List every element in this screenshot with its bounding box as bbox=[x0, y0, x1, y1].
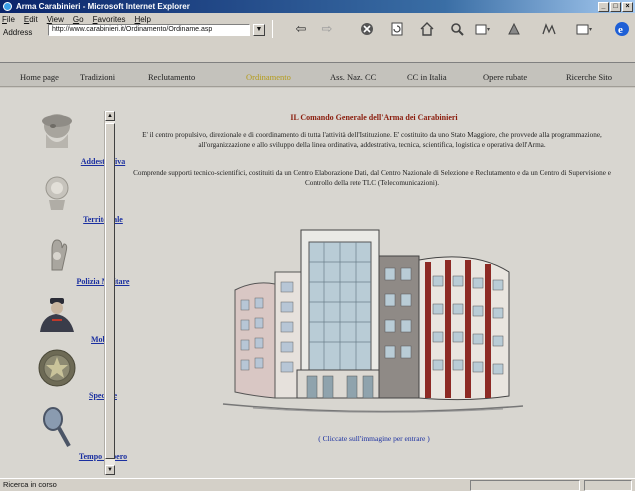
refresh-icon[interactable] bbox=[388, 20, 406, 38]
minimize-button[interactable]: _ bbox=[598, 1, 609, 12]
ie-logo-icon bbox=[3, 2, 12, 11]
home-icon[interactable] bbox=[418, 20, 436, 38]
nav-tradizioni[interactable]: Tradizioni bbox=[80, 72, 115, 82]
nav-home-page[interactable]: Home page bbox=[20, 72, 59, 82]
image-caption: ( Cliccate sull'immagine per entrare ) bbox=[318, 434, 430, 443]
nav-reclutamento[interactable]: Reclutamento bbox=[148, 72, 195, 82]
nav-cc-in-italia[interactable]: CC in Italia bbox=[407, 72, 447, 82]
nav-ricerche-sito[interactable]: Ricerche Sito bbox=[566, 72, 612, 82]
main-panel: IL Comando Generale dell'Arma dei Carabi… bbox=[118, 88, 630, 478]
menu-go[interactable]: Go bbox=[73, 15, 84, 24]
nav-ordinamento[interactable]: Ordinamento bbox=[246, 72, 291, 82]
sidebar-item-mobile[interactable]: Mobile bbox=[10, 296, 115, 346]
menu-help[interactable]: Help bbox=[135, 15, 151, 24]
menu-file[interactable]: File bbox=[2, 15, 15, 24]
ie-icon[interactable]: e bbox=[613, 20, 631, 38]
page-title: IL Comando Generale dell'Arma dei Carabi… bbox=[290, 113, 458, 122]
scroll-thumb[interactable] bbox=[105, 123, 115, 459]
print-icon[interactable] bbox=[575, 20, 593, 38]
address-label: Address bbox=[3, 28, 33, 37]
menu-favorites[interactable]: Favorites bbox=[93, 15, 126, 24]
carabiniere-emblem-icon bbox=[45, 176, 68, 210]
back-icon[interactable]: ⇦ bbox=[292, 20, 310, 38]
nav-ass-naz-cc[interactable]: Ass. Naz. CC bbox=[330, 72, 376, 82]
menu-view[interactable]: View bbox=[47, 15, 64, 24]
nav-opere-rubate[interactable]: Opere rubate bbox=[483, 72, 527, 82]
sidebar-item-addestrativa[interactable]: Addestrativa bbox=[10, 110, 125, 170]
site-navigation: Home page Tradizioni Reclutamento Ordina… bbox=[0, 63, 635, 87]
status-text: Ricerca in corso bbox=[3, 480, 57, 489]
sidebar-scrollbar[interactable]: ▲ ▼ bbox=[104, 111, 115, 475]
hand-icon bbox=[51, 239, 67, 271]
sidebar: Addestrativa Territoriale Polizia Milita… bbox=[10, 88, 129, 478]
search-icon[interactable] bbox=[448, 20, 466, 38]
sidebar-item-polizia-militare[interactable]: Polizia Militare bbox=[10, 234, 129, 290]
scroll-up-arrow[interactable]: ▲ bbox=[105, 111, 115, 121]
address-dropdown-button[interactable]: ▼ bbox=[253, 24, 265, 36]
status-zone bbox=[470, 480, 580, 491]
sidebar-item-tempo-libero[interactable]: Tempo Libero bbox=[10, 406, 127, 466]
forward-icon[interactable]: ⇨ bbox=[318, 20, 336, 38]
tennis-racket-icon bbox=[42, 407, 71, 447]
window-title: Arma Carabinieri - Microsoft Internet Ex… bbox=[16, 2, 190, 11]
status-zone-internet bbox=[584, 480, 632, 491]
maximize-button[interactable]: □ bbox=[610, 1, 621, 12]
intro-paragraph: E' il centro propulsivo, direzionale e d… bbox=[142, 131, 602, 149]
sidebar-item-territoriale[interactable]: Territoriale bbox=[10, 174, 123, 230]
address-input[interactable]: http://www.carabinieri.it/Ordinamento/Or… bbox=[48, 24, 250, 36]
description-paragraph: Comprende supporti tecnico-scientifici, … bbox=[133, 169, 611, 187]
svg-text:e: e bbox=[618, 24, 623, 36]
sidebar-item-speciale[interactable]: Speciale bbox=[10, 346, 117, 404]
favorites-icon[interactable] bbox=[474, 20, 492, 38]
window-titlebar: Arma Carabinieri - Microsoft Internet Ex… bbox=[0, 0, 635, 13]
status-bar: Ricerca in corso bbox=[0, 478, 635, 491]
history-icon[interactable] bbox=[505, 20, 523, 38]
menu-edit[interactable]: Edit bbox=[24, 15, 38, 24]
mail-icon[interactable] bbox=[540, 20, 558, 38]
officer-icon bbox=[39, 298, 74, 332]
headquarters-building-image[interactable] bbox=[213, 220, 533, 420]
stop-icon[interactable] bbox=[358, 20, 376, 38]
scroll-down-arrow[interactable]: ▼ bbox=[105, 465, 115, 475]
medal-icon bbox=[38, 349, 75, 387]
close-button[interactable]: × bbox=[622, 1, 633, 12]
helmet-bust-icon bbox=[41, 114, 72, 148]
toolbar-separator bbox=[272, 20, 273, 38]
page-content: Addestrativa Territoriale Polizia Milita… bbox=[0, 88, 635, 478]
